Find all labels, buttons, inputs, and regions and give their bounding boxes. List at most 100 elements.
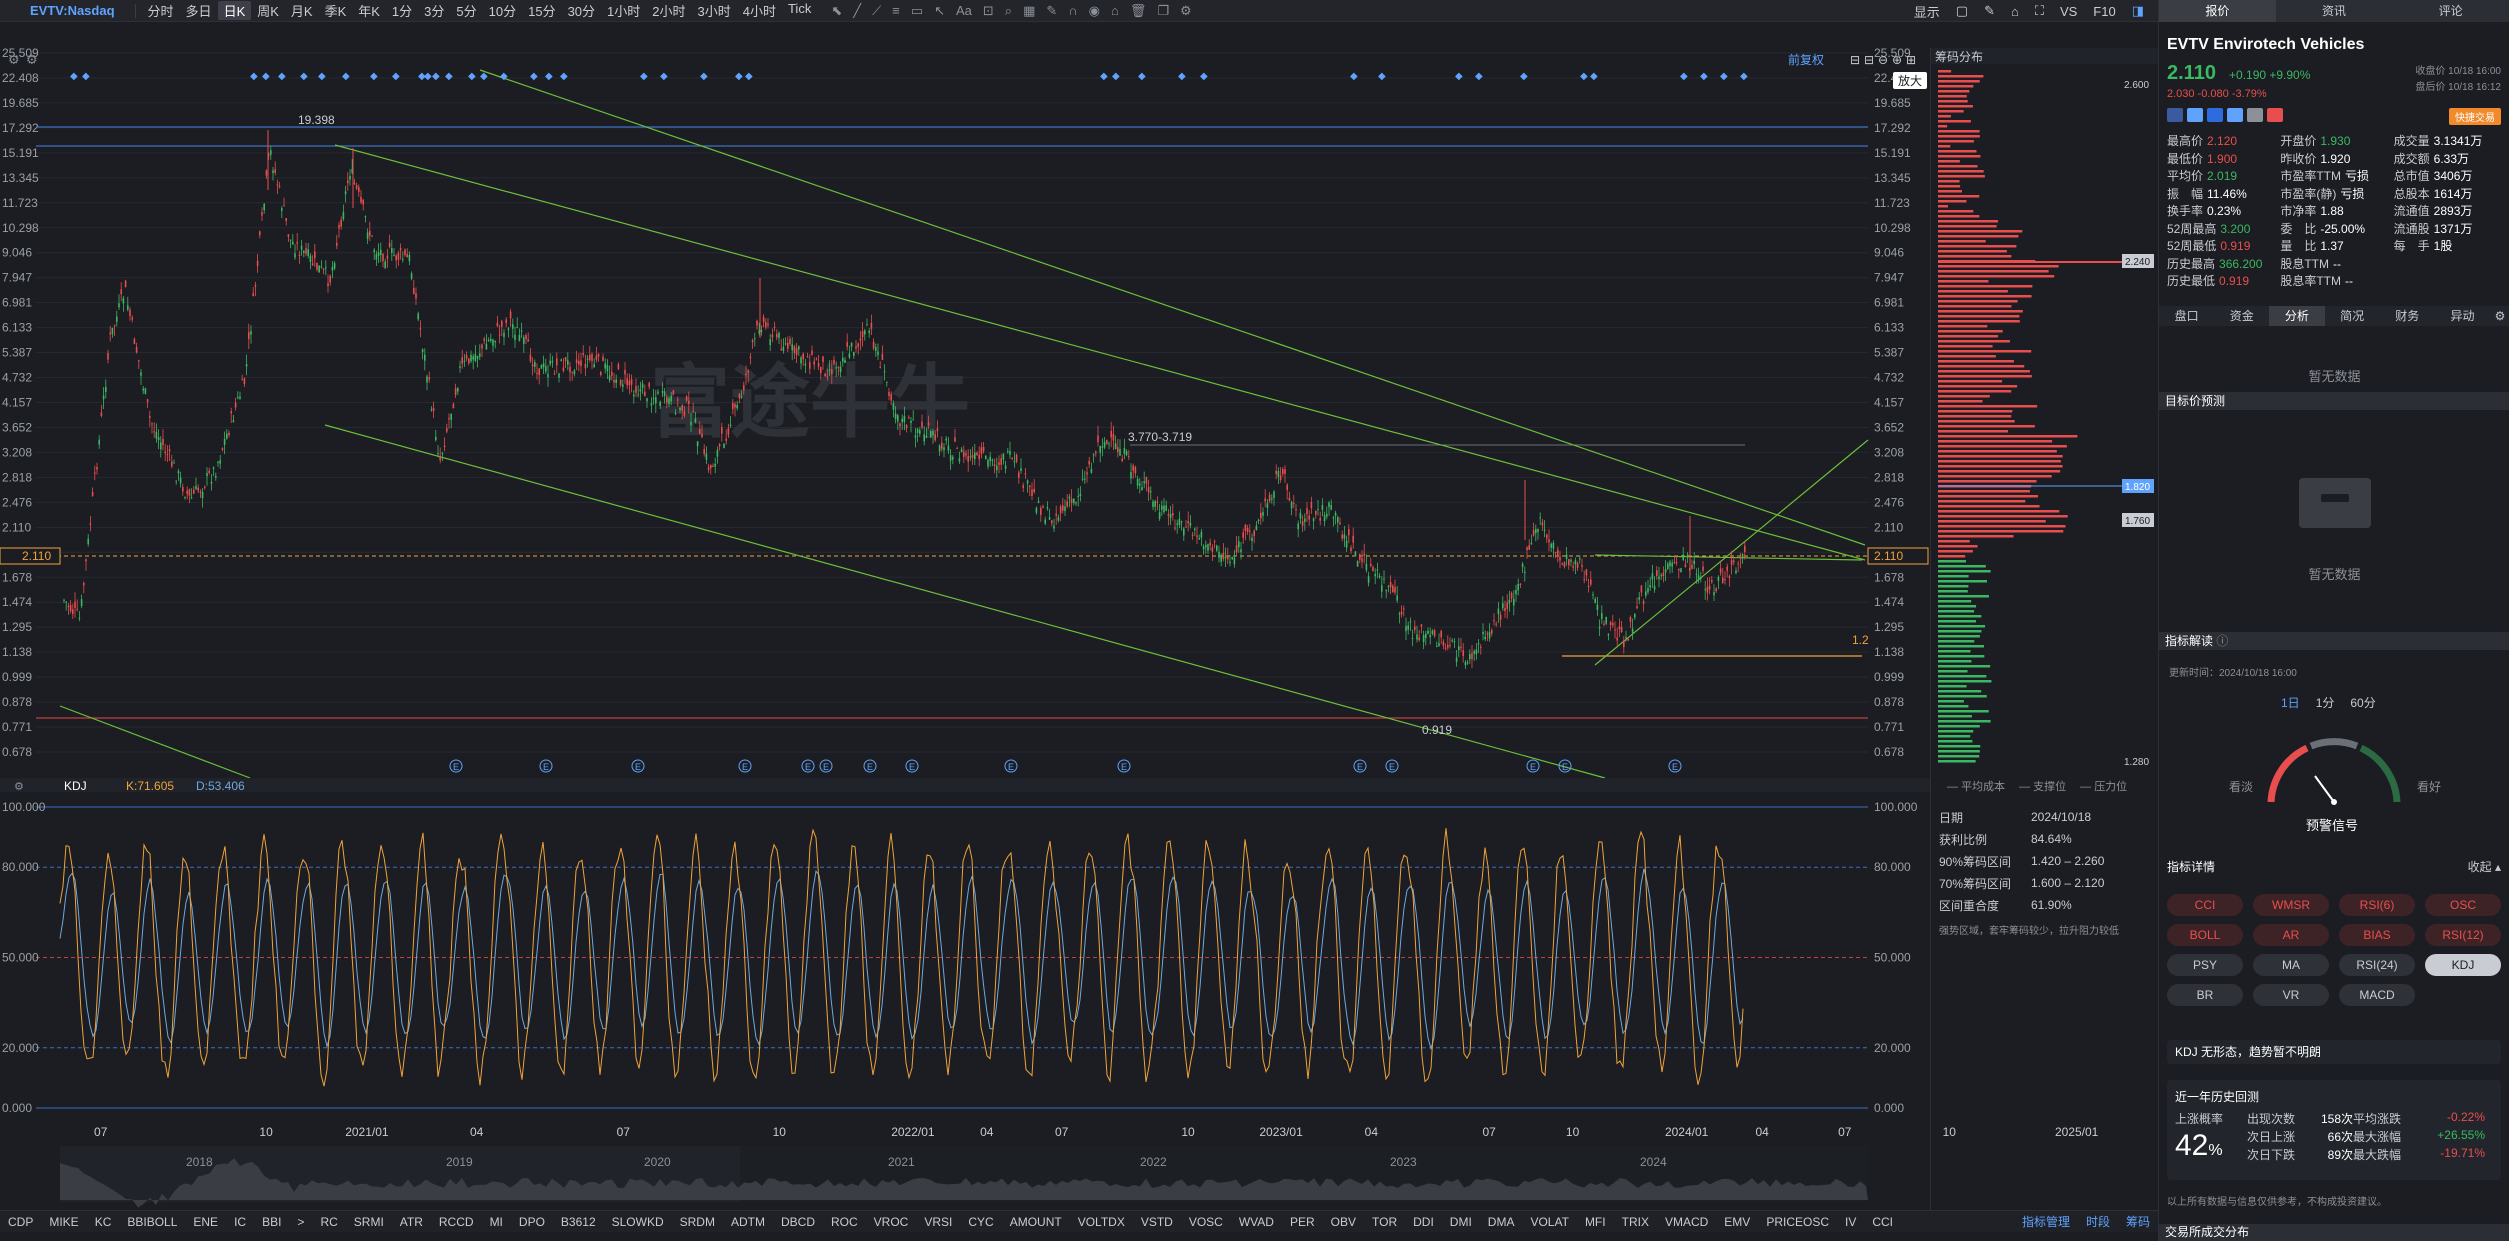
event-marker[interactable]: ◆	[1590, 71, 1598, 82]
indicator-tab[interactable]: VOLTDX	[1070, 1215, 1133, 1229]
compare-button[interactable]: VS	[2060, 4, 2077, 19]
tab-quote[interactable]: 报价	[2159, 0, 2276, 22]
zoom-control-icon[interactable]: ⊟	[1850, 53, 1860, 67]
indicator-tab[interactable]: IC	[226, 1215, 254, 1229]
event-marker[interactable]: ◆	[392, 71, 400, 82]
event-marker[interactable]: ◆	[250, 71, 258, 82]
symbol-label[interactable]: EVTV:Nasdaq	[0, 3, 129, 18]
event-marker[interactable]: ◆	[1100, 71, 1108, 82]
copy-icon[interactable]: ❐	[1157, 3, 1169, 19]
event-marker[interactable]: ◆	[480, 71, 488, 82]
indicator-tab[interactable]: VOSC	[1181, 1215, 1231, 1229]
event-marker[interactable]: ◆	[370, 71, 378, 82]
indicator-tab[interactable]: VROC	[866, 1215, 917, 1229]
event-marker[interactable]: ◆	[1680, 71, 1688, 82]
period-tab[interactable]: 10分	[483, 1, 522, 20]
heart-icon[interactable]	[2267, 108, 2283, 122]
event-marker[interactable]: ◆	[545, 71, 553, 82]
indicator-tab[interactable]: BBI	[254, 1215, 289, 1229]
period-tab[interactable]: 15分	[522, 1, 561, 20]
period-tab[interactable]: 多日	[180, 1, 218, 20]
indicator-pill[interactable]: BIAS	[2339, 924, 2415, 946]
indicator-tab[interactable]: DDI	[1405, 1215, 1442, 1229]
text-tool-icon[interactable]: Aa	[956, 3, 972, 19]
session-link[interactable]: 时段	[2086, 1213, 2110, 1230]
collapse-button[interactable]: 收起 ▴	[2468, 858, 2501, 875]
zoom-control-icon[interactable]: ⊖	[1878, 53, 1888, 67]
measure-icon[interactable]: ⊡	[983, 3, 994, 19]
event-marker[interactable]: ◆	[262, 71, 270, 82]
indicator-pill[interactable]: BOLL	[2167, 924, 2243, 946]
event-marker[interactable]: ◆	[445, 71, 453, 82]
indicator-pill[interactable]: CCI	[2167, 894, 2243, 916]
event-marker[interactable]: ◆	[700, 71, 708, 82]
indicator-tab[interactable]: SRDM	[672, 1215, 723, 1229]
event-marker[interactable]: ◆	[70, 71, 78, 82]
indicator-pill[interactable]: AR	[2253, 924, 2329, 946]
display-menu[interactable]: 显示	[1914, 2, 1940, 21]
gear-icon[interactable]: ⚙	[2490, 306, 2509, 326]
settings-icon[interactable]: ⚙	[1180, 3, 1192, 19]
indicator-tab[interactable]: BBIBOLL	[119, 1215, 185, 1229]
event-marker[interactable]: ◆	[468, 71, 476, 82]
ruler-icon[interactable]: ▦	[1023, 3, 1035, 19]
indicator-tab[interactable]: DMI	[1442, 1215, 1480, 1229]
period-60m[interactable]: 60分	[2350, 694, 2375, 711]
period-tab[interactable]: 日K	[217, 1, 252, 20]
indicator-tab[interactable]: ENE	[185, 1215, 226, 1229]
arrow-tool-icon[interactable]: ↖	[934, 3, 945, 19]
period-tab[interactable]: 1小时	[601, 1, 646, 20]
indicator-tab[interactable]: ROC	[823, 1215, 866, 1229]
period-tab[interactable]: 季K	[319, 1, 353, 20]
indicator-tab[interactable]: SLOWKD	[604, 1215, 672, 1229]
fib-tool-icon[interactable]: ≡	[892, 3, 900, 19]
indicator-pill[interactable]: MACD	[2339, 984, 2415, 1006]
period-tab[interactable]: 周K	[251, 1, 285, 20]
indicator-pill[interactable]: PSY	[2167, 954, 2243, 976]
restore-mode[interactable]: 前复权	[1788, 52, 1824, 67]
indicator-tab[interactable]: IV	[1837, 1215, 1864, 1229]
indicator-tab[interactable]: WVAD	[1231, 1215, 1282, 1229]
indicator-tab[interactable]: CYC	[960, 1215, 1001, 1229]
indicator-pill[interactable]: RSI(6)	[2339, 894, 2415, 916]
zoom-control-icon[interactable]: ⊟	[1864, 53, 1874, 67]
indicator-tab[interactable]: DPO	[511, 1215, 553, 1229]
event-marker[interactable]: ◆	[735, 71, 743, 82]
indicator-tab[interactable]: MFI	[1577, 1215, 1614, 1229]
indicator-tab[interactable]: MI	[482, 1215, 511, 1229]
indicator-tab[interactable]: EMV	[1716, 1215, 1758, 1229]
indicator-tab[interactable]: DMA	[1480, 1215, 1523, 1229]
settings-icon[interactable]: ⚙	[8, 52, 20, 67]
indicator-tab[interactable]: VSTD	[1133, 1215, 1181, 1229]
cursor-icon[interactable]: ⬉	[831, 3, 842, 19]
indicator-tab[interactable]: MIKE	[41, 1215, 86, 1229]
indicator-tab[interactable]: PER	[1282, 1215, 1323, 1229]
tab-news[interactable]: 资讯	[2276, 0, 2393, 22]
chip-link[interactable]: 筹码	[2126, 1213, 2150, 1230]
event-marker[interactable]: ◆	[500, 71, 508, 82]
eye-icon[interactable]: ◉	[1089, 3, 1100, 19]
event-marker[interactable]: ◆	[1475, 71, 1483, 82]
indicator-tab[interactable]: >	[289, 1215, 312, 1229]
event-marker[interactable]: ◆	[1178, 71, 1186, 82]
indicator-pill[interactable]: WMSR	[2253, 894, 2329, 916]
period-tab[interactable]: 2小时	[646, 1, 691, 20]
period-tab[interactable]: 4小时	[737, 1, 782, 20]
period-tab[interactable]: 月K	[285, 1, 319, 20]
subtab[interactable]: 盘口	[2159, 306, 2214, 326]
subtab[interactable]: 财务	[2380, 306, 2435, 326]
event-marker[interactable]: ◆	[1112, 71, 1120, 82]
event-marker[interactable]: ◆	[560, 71, 568, 82]
indicator-tab[interactable]: PRICEOSC	[1758, 1215, 1837, 1229]
period-tab[interactable]: Tick	[782, 1, 817, 20]
fullscreen-icon[interactable]: ⛶	[2035, 3, 2044, 19]
event-marker[interactable]: ◆	[1740, 71, 1748, 82]
indicator-pill[interactable]: MA	[2253, 954, 2329, 976]
event-marker[interactable]: ◆	[82, 71, 90, 82]
subtab[interactable]: 分析	[2269, 306, 2325, 326]
period-tab[interactable]: 3小时	[692, 1, 737, 20]
indicator-pill[interactable]: KDJ	[2425, 954, 2501, 976]
indicator-tab[interactable]: RC	[312, 1215, 345, 1229]
subtab[interactable]: 资金	[2214, 306, 2269, 326]
f10-button[interactable]: F10	[2093, 4, 2115, 19]
